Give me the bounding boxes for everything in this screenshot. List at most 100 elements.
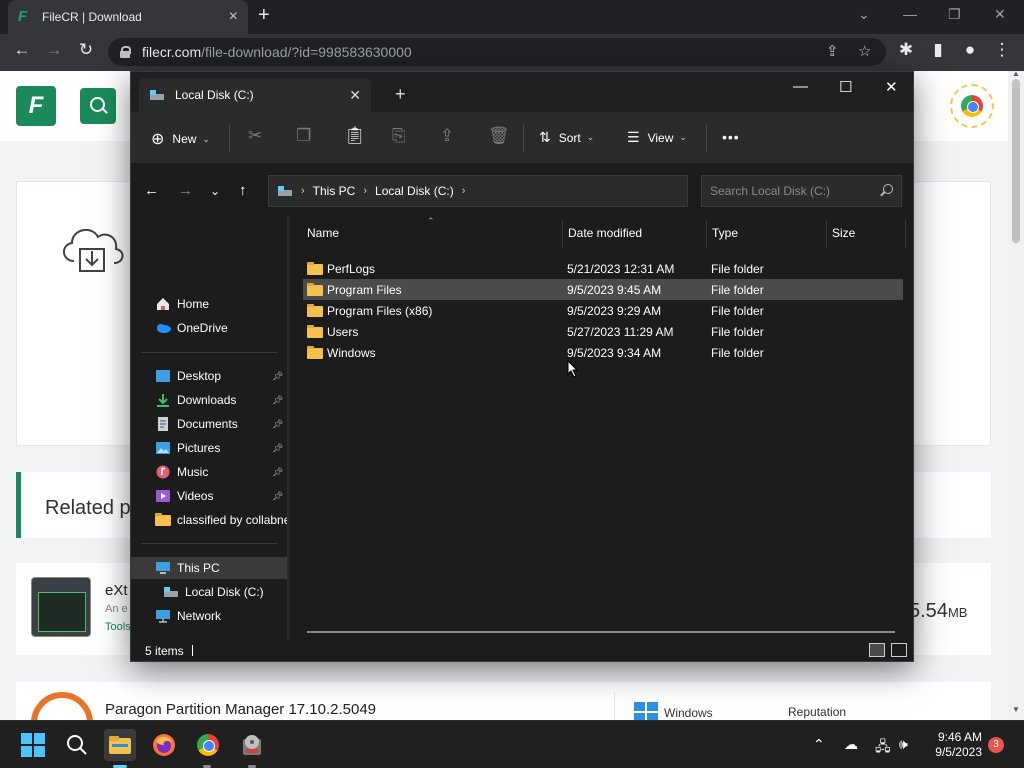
tab-search-icon[interactable]: ⌄ (858, 6, 870, 23)
bookmark-star-icon[interactable]: ☆ (858, 42, 871, 60)
breadcrumb-separator-icon[interactable]: › (462, 185, 466, 197)
rename-icon[interactable]: ⎘ (392, 126, 406, 146)
nav-item-pictures[interactable]: Pictures 📌︎ (131, 437, 287, 459)
file-row[interactable]: Program Files (x86) 9/5/2023 9:29 AM Fil… (303, 300, 903, 321)
nav-item-local-disk[interactable]: Local Disk (C:) (131, 581, 287, 603)
search-button[interactable] (61, 729, 93, 761)
recent-locations-icon[interactable]: ⌄ (210, 184, 220, 198)
reload-button[interactable]: ↻ (74, 40, 98, 60)
address-bar[interactable]: filecr.com/file-download/?id=99858363000… (108, 38, 886, 66)
paste-icon[interactable]: 📋︎ (344, 126, 366, 146)
cut-icon[interactable]: ✂ (248, 126, 262, 146)
browser-tab[interactable]: F FileCR | Download × (8, 0, 248, 34)
taskbar-app[interactable] (236, 729, 268, 761)
clock[interactable]: 9:46 AM 9/5/2023 (930, 730, 982, 760)
nav-item-downloads[interactable]: Downloads 📌︎ (131, 389, 287, 411)
large-icons-view-icon[interactable] (891, 643, 907, 657)
breadcrumb-separator-icon[interactable]: › (301, 185, 305, 197)
page-scrollbar[interactable]: ▲ ▼ (1008, 69, 1024, 720)
back-button[interactable]: ← (144, 182, 159, 199)
taskbar-file-explorer[interactable] (104, 729, 136, 761)
nav-item-this-pc[interactable]: This PC (131, 557, 287, 579)
profile-icon[interactable]: ● (958, 40, 982, 60)
nav-item-home[interactable]: Home (131, 293, 287, 315)
more-options-button[interactable]: ••• (722, 129, 740, 145)
volume-icon[interactable]: 🕪︎ (899, 736, 908, 753)
column-header-type[interactable]: Type (712, 226, 738, 240)
explorer-tab[interactable]: Local Disk (C:) ✕ (139, 78, 371, 112)
chrome-icon[interactable] (950, 84, 994, 128)
share-icon[interactable]: ⇪ (440, 126, 454, 146)
close-tab-icon[interactable]: × (229, 8, 238, 26)
column-header-date[interactable]: Date modified (568, 226, 642, 240)
column-header-name[interactable]: Name (307, 226, 339, 240)
taskbar-firefox[interactable] (148, 729, 180, 761)
restore-button[interactable]: ❐ (948, 6, 961, 23)
delete-icon[interactable]: 🗑︎ (488, 126, 510, 146)
side-panel-icon[interactable]: ▮ (926, 40, 950, 60)
related-item-title[interactable]: Paragon Partition Manager 17.10.2.5049 (105, 701, 376, 718)
music-icon (156, 465, 170, 479)
forward-button[interactable]: → (178, 182, 193, 199)
scroll-down-icon[interactable]: ▼ (1012, 705, 1020, 714)
maximize-button[interactable]: ☐ (839, 78, 852, 96)
breadcrumb[interactable]: › This PC › Local Disk (C:) › ⌄ ↻ (268, 175, 812, 207)
related-item-title[interactable]: eXt (105, 582, 128, 599)
pin-icon[interactable]: 📌︎ (272, 491, 283, 502)
search-input[interactable]: Search Local Disk (C:) (701, 175, 902, 207)
up-button[interactable]: ↑ (239, 182, 247, 199)
close-window-button[interactable]: ✕ (994, 6, 1006, 23)
nav-item-network[interactable]: Network (131, 605, 287, 627)
new-button[interactable]: ⊕ New ⌄ (151, 129, 210, 149)
file-row[interactable]: Windows 9/5/2023 9:34 AM File folder (303, 342, 903, 363)
related-item-category[interactable]: Tools (105, 621, 131, 633)
network-tray-icon[interactable]: 🖧︎ (875, 736, 891, 760)
pin-icon[interactable]: 📌︎ (272, 371, 283, 382)
pin-icon[interactable]: 📌︎ (272, 467, 283, 478)
minimize-button[interactable]: — (903, 6, 917, 22)
file-row[interactable]: PerfLogs 5/21/2023 12:31 AM File folder (303, 258, 903, 279)
lock-icon[interactable] (120, 46, 131, 58)
notification-badge[interactable]: 3 (988, 737, 1004, 753)
new-tab-button[interactable]: + (258, 4, 270, 27)
scrollbar-thumb[interactable] (1012, 79, 1020, 243)
minimize-button[interactable]: — (793, 78, 808, 95)
nav-item-onedrive[interactable]: OneDrive (131, 317, 287, 339)
share-icon[interactable]: ⇪ (826, 42, 839, 60)
menu-kebab-icon[interactable]: ⋮ (990, 40, 1014, 60)
nav-item-documents[interactable]: Documents 📌︎ (131, 413, 287, 435)
filecr-logo[interactable]: F (16, 86, 56, 126)
breadcrumb-this-pc[interactable]: This PC (313, 184, 356, 198)
view-button[interactable]: ☰ View ⌄ (627, 129, 687, 146)
breadcrumb-separator-icon[interactable]: › (363, 185, 367, 197)
pane-splitter[interactable] (287, 216, 289, 640)
nav-item-music[interactable]: Music 📌︎ (131, 461, 287, 483)
close-window-button[interactable]: ✕ (885, 78, 898, 96)
close-tab-icon[interactable]: ✕ (349, 87, 361, 104)
nav-item-videos[interactable]: Videos 📌︎ (131, 485, 287, 507)
extensions-icon[interactable]: ✱ (894, 40, 918, 60)
back-button[interactable]: ← (10, 40, 34, 60)
details-view-icon[interactable] (869, 643, 885, 657)
site-search-icon[interactable] (80, 88, 116, 124)
file-row[interactable]: Program Files 9/5/2023 9:45 AM File fold… (303, 279, 903, 300)
scroll-up-icon[interactable]: ▲ (1012, 69, 1020, 78)
horizontal-scrollbar[interactable] (307, 631, 895, 633)
breadcrumb-local-disk[interactable]: Local Disk (C:) (375, 184, 454, 198)
related-item[interactable]: Paragon Partition Manager 17.10.2.5049 W… (16, 682, 991, 720)
start-button[interactable] (17, 729, 49, 761)
column-header-size[interactable]: Size (832, 226, 855, 240)
pin-icon[interactable]: 📌︎ (272, 395, 283, 406)
nav-item-classified[interactable]: classified by collabne (131, 509, 287, 531)
pin-icon[interactable]: 📌︎ (272, 443, 283, 454)
onedrive-tray-icon[interactable]: ☁ (844, 736, 858, 753)
forward-button[interactable]: → (42, 40, 66, 60)
pin-icon[interactable]: 📌︎ (272, 419, 283, 430)
sort-button[interactable]: ⇅ Sort ⌄ (539, 129, 594, 146)
copy-icon[interactable]: ❐ (296, 126, 311, 146)
nav-item-desktop[interactable]: Desktop 📌︎ (131, 365, 287, 387)
new-tab-button[interactable]: + (395, 84, 406, 105)
show-hidden-icons-icon[interactable]: ⌃ (813, 736, 825, 753)
file-row[interactable]: Users 5/27/2023 11:29 AM File folder (303, 321, 903, 342)
taskbar-chrome[interactable] (192, 729, 224, 761)
